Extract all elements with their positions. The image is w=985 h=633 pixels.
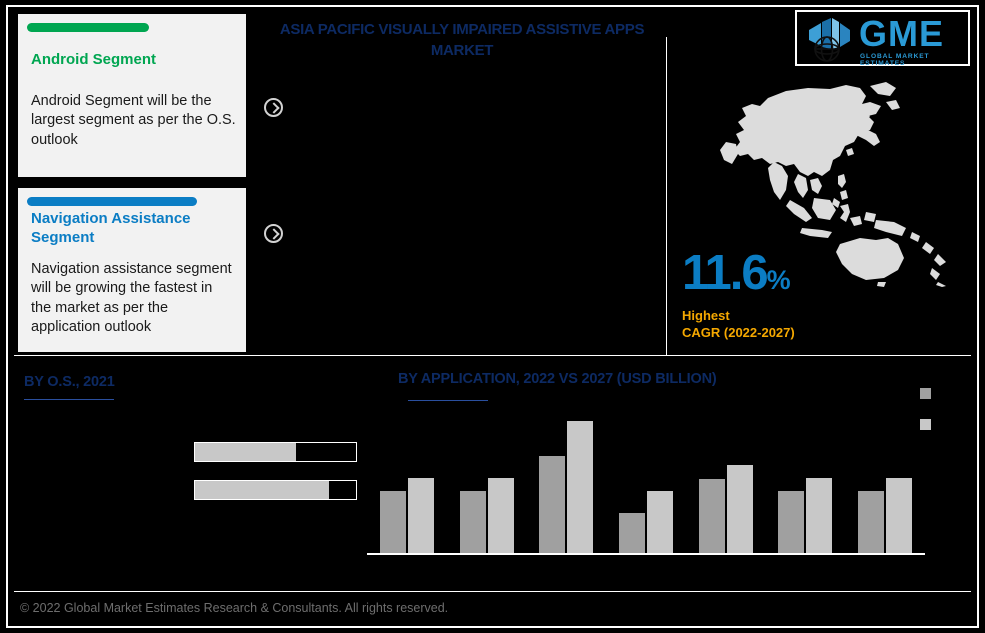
cagr-number: 11.6 [682,246,769,300]
section-rule-application [408,400,488,401]
horizontal-divider [14,355,971,356]
bar-app-7-2027 [886,478,913,555]
page-title: ASIA PACIFIC VISUALLY IMPAIRED ASSISTIVE… [279,21,645,60]
bar-app-2-2027 [487,478,514,555]
footer-divider [14,591,971,592]
bar-app-3-2022 [539,455,566,555]
chart-x-axis [367,553,925,555]
logo-tagline: GLOBAL MARKET ESTIMATES [860,53,930,67]
os-bar-ios [194,480,357,500]
cagr-label-line2: CAGR (2022-2027) [682,325,795,341]
bar-app-1-2027 [407,478,434,555]
market-infographic-page: Android Segment Android Segment will be … [0,0,985,633]
logo-wordmark: GME [859,13,945,54]
cagr-value: 11.6% [682,246,791,305]
bar-app-4-2027 [647,490,673,555]
globe-megaphone-icon [809,18,850,62]
bar-app-6-2022 [778,490,805,555]
bar-app-5-2022 [698,479,725,555]
card-title-android: Android Segment [31,51,157,68]
chevron-right-icon[interactable] [264,98,283,117]
chevron-right-icon[interactable] [264,224,283,243]
bar-app-4-2022 [619,513,645,555]
card-title-navigation: Navigation Assistance Segment [31,210,191,247]
legend-swatch-2027 [920,419,931,430]
legend-swatch-2022 [920,388,931,399]
bar-app-6-2027 [806,478,833,555]
os-bar-android [194,442,357,462]
logo-gme[interactable]: GME GLOBAL MARKET ESTIMATES [795,10,970,67]
cagr-percent-sign: % [766,265,791,295]
vertical-divider [666,37,667,355]
section-title-application: BY APPLICATION, 2022 VS 2027 (USD BILLIO… [398,371,717,387]
section-title-os: BY O.S., 2021 [24,374,115,390]
footer-copyright: © 2022 Global Market Estimates Research … [20,601,449,615]
bar-app-7-2022 [858,490,885,555]
card-accent-bar-green [27,23,149,32]
cagr-label: Highest CAGR (2022-2027) [682,307,795,342]
os-bar-fill [195,443,297,461]
bar-app-5-2027 [726,465,753,555]
cagr-label-line1: Highest [682,308,730,323]
card-accent-bar-blue [27,197,197,206]
application-bar-chart [367,415,925,555]
bar-app-1-2022 [379,490,406,555]
bar-app-3-2027 [567,420,594,555]
card-body-android: Android Segment will be the largest segm… [31,93,236,148]
card-body-navigation: Navigation assistance segment will be gr… [31,261,232,335]
insight-card-android[interactable]: Android Segment Android Segment will be … [18,14,246,177]
os-bar-fill [195,481,329,499]
bar-app-2-2022 [459,490,486,555]
section-rule-os [24,399,114,400]
insight-card-navigation[interactable]: Navigation Assistance Segment Navigation… [18,188,246,352]
